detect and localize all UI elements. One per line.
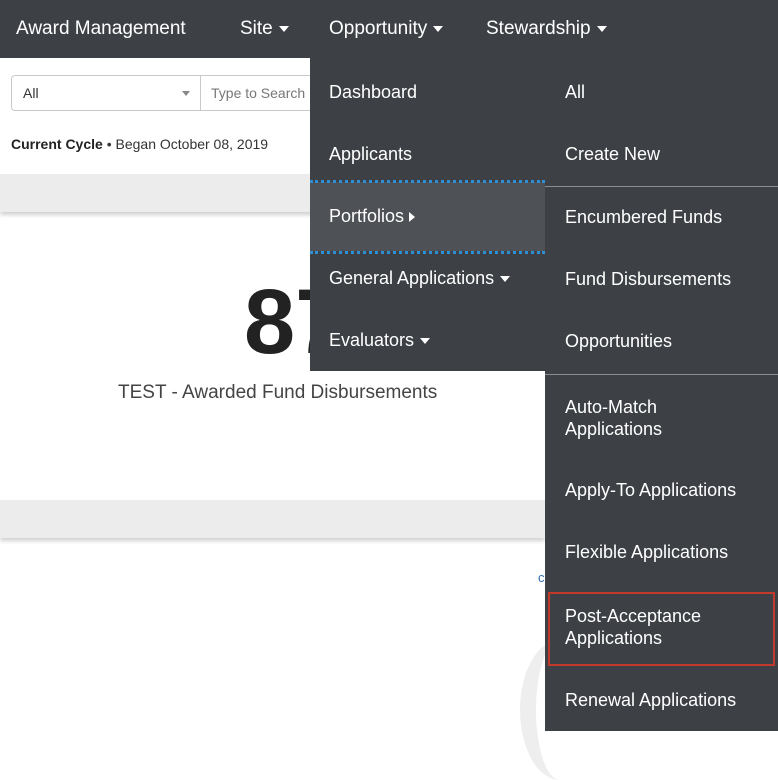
submenu-item-apply-to-applications[interactable]: Apply-To Applications <box>565 480 736 501</box>
submenu-item-auto-match-applications[interactable]: Auto-Match Applications <box>565 396 715 440</box>
brand-title[interactable]: Award Management <box>16 0 186 58</box>
nav-stewardship-label: Stewardship <box>486 18 591 39</box>
cycle-began-date: Began October 08, 2019 <box>115 136 269 152</box>
chevron-right-icon <box>409 212 416 223</box>
search-input[interactable] <box>201 75 321 111</box>
partial-link-fragment: c <box>538 570 545 585</box>
current-cycle-info: Current Cycle • Began October 08, 2019 <box>11 136 268 152</box>
chevron-down-icon <box>596 25 607 32</box>
cycle-filter-value: All <box>23 85 39 101</box>
menu-item-dashboard[interactable]: Dashboard <box>329 82 417 103</box>
nav-stewardship[interactable]: Stewardship <box>486 0 607 58</box>
nav-site[interactable]: Site <box>240 0 289 58</box>
selected-item-outline <box>548 592 775 666</box>
nav-opportunity[interactable]: Opportunity <box>329 0 444 58</box>
menu-item-evaluators-label: Evaluators <box>329 330 415 350</box>
cycle-filter-select[interactable]: All <box>11 75 201 111</box>
nav-site-label: Site <box>240 18 273 39</box>
menu-item-evaluators[interactable]: Evaluators <box>329 330 431 351</box>
nav-opportunity-label: Opportunity <box>329 18 428 39</box>
cycle-separator: • <box>106 136 112 152</box>
section-band-bottom <box>0 500 545 538</box>
dropdown-arrow-icon <box>182 91 190 96</box>
menu-item-general-applications[interactable]: General Applications <box>329 268 511 289</box>
menu-item-applicants[interactable]: Applicants <box>329 144 412 165</box>
submenu-item-encumbered-funds[interactable]: Encumbered Funds <box>565 207 722 228</box>
submenu-item-fund-disbursements[interactable]: Fund Disbursements <box>565 269 731 290</box>
menu-item-general-applications-label: General Applications <box>329 268 495 288</box>
menu-item-portfolios[interactable]: Portfolios <box>329 206 416 227</box>
submenu-divider <box>545 374 778 375</box>
submenu-item-flexible-applications[interactable]: Flexible Applications <box>565 542 728 563</box>
top-navbar: Award Management Site Opportunity Stewar… <box>0 0 778 58</box>
chevron-down-icon <box>500 276 511 283</box>
current-cycle-label: Current Cycle <box>11 136 103 152</box>
dotted-divider-bottom <box>310 251 545 254</box>
chevron-down-icon <box>433 25 444 32</box>
submenu-divider <box>545 186 778 187</box>
submenu-item-opportunities[interactable]: Opportunities <box>565 331 672 352</box>
menu-item-portfolios-label: Portfolios <box>329 206 405 226</box>
metric-label: TEST - Awarded Fund Disbursements <box>118 382 438 403</box>
submenu-item-renewal-applications[interactable]: Renewal Applications <box>565 690 736 711</box>
submenu-item-create-new[interactable]: Create New <box>565 144 660 165</box>
chevron-down-icon <box>278 25 289 32</box>
chevron-down-icon <box>420 338 431 345</box>
dotted-divider-top <box>310 180 545 183</box>
submenu-item-all[interactable]: All <box>565 82 585 103</box>
